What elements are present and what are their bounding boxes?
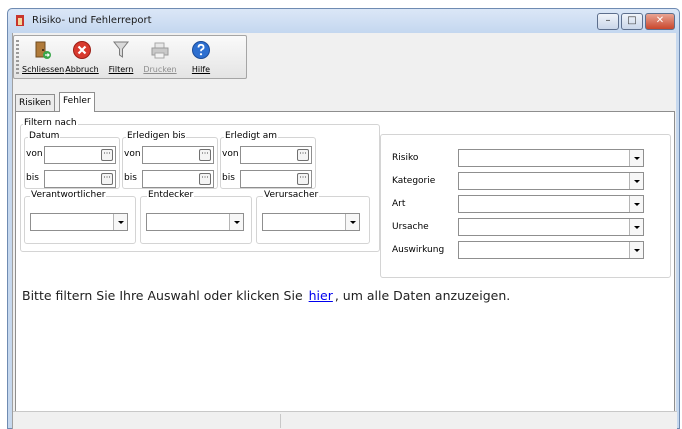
print-button[interactable]: Drucken <box>140 38 180 78</box>
verursacher-select[interactable] <box>262 213 360 231</box>
date-group-erledigen-bis-title: Erledigen bis <box>126 131 187 141</box>
erledigen-to-label: bis <box>124 173 137 183</box>
datum-to-picker-button[interactable]: ··· <box>101 173 113 185</box>
ursache-label: Ursache <box>392 222 429 232</box>
filter-hint-message: Bitte filtern Sie Ihre Auswahl oder klic… <box>22 288 510 303</box>
datum-to-label: bis <box>26 173 39 183</box>
chevron-down-icon[interactable] <box>629 242 643 258</box>
printer-icon <box>151 42 169 59</box>
app-icon <box>16 15 24 26</box>
funnel-filter-icon <box>112 41 130 58</box>
risiko-select[interactable] <box>458 149 644 167</box>
filter-group-title: Filtern nach <box>23 118 78 128</box>
datum-from-label: von <box>26 149 43 159</box>
window-title: Risiko- und Fehlerreport <box>32 15 152 26</box>
auswirkung-select[interactable] <box>458 241 644 259</box>
datum-from-picker-button[interactable]: ··· <box>101 149 113 161</box>
risiko-label: Risiko <box>392 153 419 163</box>
art-select[interactable] <box>458 195 644 213</box>
person-group-verantwortlicher-title: Verantwortlicher <box>30 190 107 200</box>
erledigen-to-field[interactable]: ··· <box>142 170 214 188</box>
kategorie-label: Kategorie <box>392 176 436 186</box>
chevron-down-icon[interactable] <box>629 173 643 189</box>
application-window: Risiko- und Fehlerreport – □ ✕ Schliesse… <box>7 8 680 429</box>
status-panel-right <box>283 414 669 428</box>
print-label: Drucken <box>143 65 177 74</box>
help-question-icon <box>192 41 210 59</box>
erledigt-from-picker-button[interactable]: ··· <box>297 149 309 161</box>
chevron-down-icon[interactable] <box>629 196 643 212</box>
ursache-select[interactable] <box>458 218 644 236</box>
erledigt-to-label: bis <box>222 173 235 183</box>
close-button[interactable]: ✕ <box>645 13 675 30</box>
person-group-verursacher-title: Verursacher <box>263 190 320 200</box>
filter-button[interactable]: Filtern <box>104 38 138 78</box>
close-report-label: Schliessen <box>22 65 65 74</box>
toolbar: Schliessen Abbruch Filtern Drucken Hilfe <box>13 35 247 79</box>
maximize-button[interactable]: □ <box>621 13 643 30</box>
door-exit-icon <box>35 41 51 59</box>
person-group-entdecker-title: Entdecker <box>147 190 195 200</box>
help-button[interactable]: Hilfe <box>184 38 218 78</box>
erledigt-to-picker-button[interactable]: ··· <box>297 173 309 185</box>
erledigen-from-label: von <box>124 149 141 159</box>
chevron-down-icon[interactable] <box>629 150 643 166</box>
art-label: Art <box>392 199 406 209</box>
help-label: Hilfe <box>191 65 211 74</box>
message-text-after: , um alle Daten anzuzeigen. <box>334 288 511 303</box>
datum-to-field[interactable]: ··· <box>44 170 116 188</box>
chevron-down-icon[interactable] <box>345 214 359 230</box>
cancel-x-icon <box>73 41 91 59</box>
erledigt-from-field[interactable]: ··· <box>240 146 312 164</box>
client-area: Schliessen Abbruch Filtern Drucken Hilfe… <box>12 33 677 429</box>
minimize-button[interactable]: – <box>597 13 619 30</box>
chevron-down-icon[interactable] <box>629 219 643 235</box>
erledigen-from-field[interactable]: ··· <box>142 146 214 164</box>
filter-label: Filtern <box>108 65 134 74</box>
date-group-erledigt-am-title: Erledigt am <box>224 131 279 141</box>
verantwortlicher-select[interactable] <box>30 213 128 231</box>
cancel-button[interactable]: Abbruch <box>64 38 100 78</box>
chevron-down-icon[interactable] <box>113 214 127 230</box>
tab-risiken[interactable]: Risiken <box>15 94 56 111</box>
title-bar[interactable]: Risiko- und Fehlerreport – □ ✕ <box>8 9 679 33</box>
entdecker-select[interactable] <box>146 213 244 231</box>
tab-fehler[interactable]: Fehler <box>59 92 95 112</box>
auswirkung-label: Auswirkung <box>392 245 445 255</box>
toolbar-grip[interactable] <box>16 40 19 76</box>
kategorie-select[interactable] <box>458 172 644 190</box>
erledigen-from-picker-button[interactable]: ··· <box>199 149 211 161</box>
erledigt-from-label: von <box>222 149 239 159</box>
chevron-down-icon[interactable] <box>229 214 243 230</box>
erledigt-to-field[interactable]: ··· <box>240 170 312 188</box>
tab-panel-fehler: Filtern nach Datum von ··· bis ··· Erled… <box>15 111 675 429</box>
cancel-label: Abbruch <box>65 65 99 74</box>
close-report-button[interactable]: Schliessen <box>22 38 65 78</box>
status-bar <box>13 411 677 429</box>
erledigen-to-picker-button[interactable]: ··· <box>199 173 211 185</box>
show-all-link[interactable]: hier <box>309 288 333 303</box>
status-panel-left <box>19 414 281 428</box>
datum-from-field[interactable]: ··· <box>44 146 116 164</box>
message-text-before: Bitte filtern Sie Ihre Auswahl oder klic… <box>22 288 303 303</box>
date-group-datum-title: Datum <box>28 131 61 141</box>
